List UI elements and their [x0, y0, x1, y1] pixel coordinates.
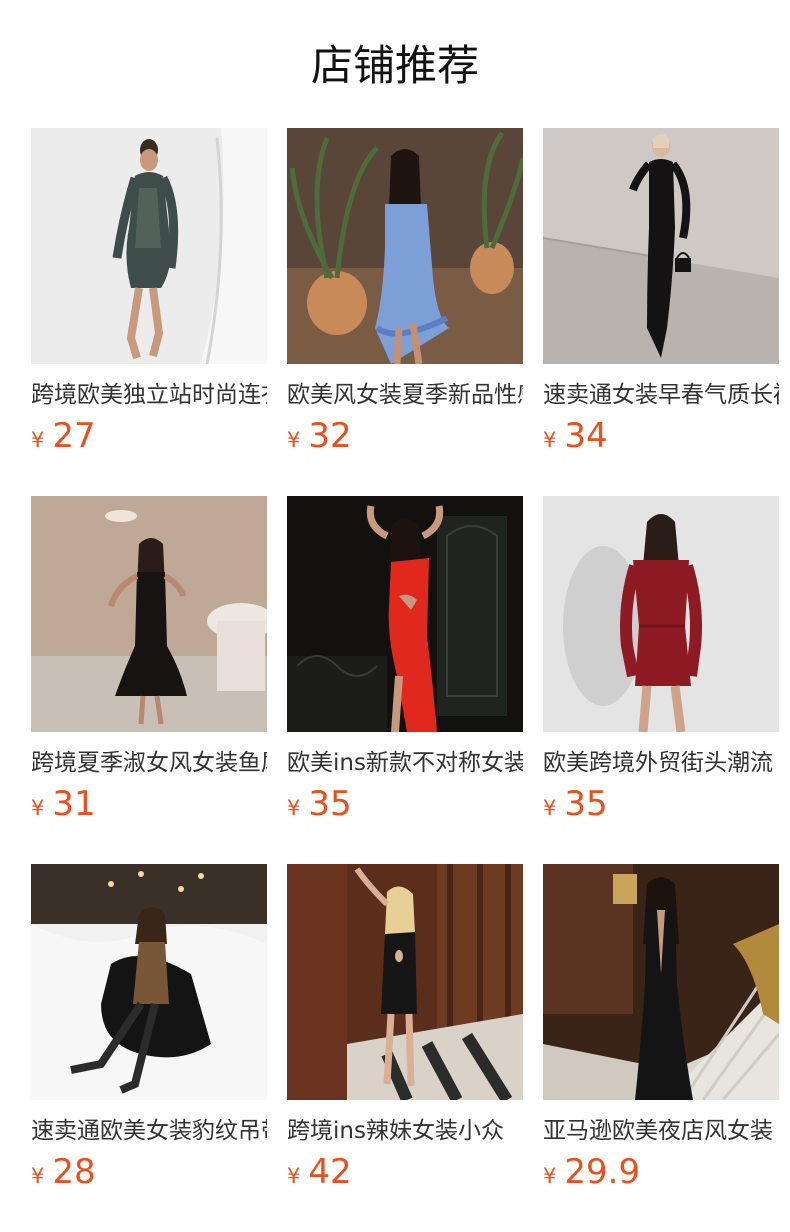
product-card[interactable]: 欧美ins新款不对称女装 ¥35	[287, 496, 523, 824]
product-image[interactable]	[31, 864, 267, 1100]
product-card[interactable]: 跨境ins辣妹女装小众 ¥42	[287, 864, 523, 1192]
currency-symbol: ¥	[31, 428, 45, 452]
price-value: 28	[52, 1152, 96, 1192]
product-price: ¥35	[543, 784, 779, 824]
product-image[interactable]	[31, 496, 267, 732]
product-name[interactable]: 欧美ins新款不对称女装	[287, 746, 523, 780]
product-grid: 跨境欧美独立站时尚连衣裙 ¥27	[31, 128, 779, 1192]
price-value: 27	[52, 416, 96, 456]
product-photo	[31, 864, 267, 1100]
section-title: 店铺推荐	[310, 41, 479, 90]
product-card[interactable]: 欧美风女装夏季新品性感抹胸 ¥32	[287, 128, 523, 456]
product-price: ¥35	[287, 784, 523, 824]
currency-symbol: ¥	[543, 1164, 557, 1188]
product-name[interactable]: 速卖通女装早春气质长裙	[543, 378, 779, 412]
product-name[interactable]: 欧美风女装夏季新品性感抹胸	[287, 378, 523, 412]
product-photo	[543, 864, 779, 1100]
product-price: ¥32	[287, 416, 523, 456]
product-card[interactable]: 速卖通欧美女装豹纹吊带 ¥28	[31, 864, 267, 1192]
product-name[interactable]: 跨境ins辣妹女装小众	[287, 1114, 523, 1148]
currency-symbol: ¥	[543, 428, 557, 452]
price-value: 29.9	[564, 1152, 641, 1192]
product-card[interactable]: 欧美跨境外贸街头潮流 ¥35	[543, 496, 779, 824]
product-name[interactable]: 亚马逊欧美夜店风女装	[543, 1114, 779, 1148]
product-image[interactable]	[543, 864, 779, 1100]
product-name[interactable]: 跨境夏季淑女风女装鱼尾裙	[31, 746, 267, 780]
product-image[interactable]	[543, 128, 779, 364]
product-card[interactable]: 跨境夏季淑女风女装鱼尾裙 ¥31	[31, 496, 267, 824]
product-price: ¥28	[31, 1152, 267, 1192]
product-image[interactable]	[31, 128, 267, 364]
product-name[interactable]: 欧美跨境外贸街头潮流	[543, 746, 779, 780]
product-photo	[31, 496, 267, 732]
product-card[interactable]: 跨境欧美独立站时尚连衣裙 ¥27	[31, 128, 267, 456]
product-price: ¥31	[31, 784, 267, 824]
price-value: 35	[308, 784, 352, 824]
product-card[interactable]: 亚马逊欧美夜店风女装 ¥29.9	[543, 864, 779, 1192]
price-value: 42	[308, 1152, 352, 1192]
product-image[interactable]	[287, 128, 523, 364]
product-name[interactable]: 跨境欧美独立站时尚连衣裙	[31, 378, 267, 412]
store-recommendations-page: 店铺推荐 跨境欧美独立站时尚连衣裙	[0, 0, 790, 1232]
price-value: 31	[52, 784, 96, 824]
product-price: ¥27	[31, 416, 267, 456]
product-price: ¥42	[287, 1152, 523, 1192]
product-image[interactable]	[287, 864, 523, 1100]
product-photo	[287, 496, 523, 732]
currency-symbol: ¥	[31, 1164, 45, 1188]
product-name[interactable]: 速卖通欧美女装豹纹吊带	[31, 1114, 267, 1148]
product-photo	[543, 496, 779, 732]
product-image[interactable]	[543, 496, 779, 732]
product-price: ¥29.9	[543, 1152, 779, 1192]
product-price: ¥34	[543, 416, 779, 456]
price-value: 32	[308, 416, 352, 456]
product-photo	[31, 128, 267, 364]
currency-symbol: ¥	[31, 796, 45, 820]
product-photo	[543, 128, 779, 364]
product-photo	[287, 864, 523, 1100]
currency-symbol: ¥	[543, 796, 557, 820]
currency-symbol: ¥	[287, 1164, 301, 1188]
product-card[interactable]: 速卖通女装早春气质长裙 ¥34	[543, 128, 779, 456]
currency-symbol: ¥	[287, 428, 301, 452]
price-value: 34	[564, 416, 608, 456]
currency-symbol: ¥	[287, 796, 301, 820]
price-value: 35	[564, 784, 608, 824]
product-image[interactable]	[287, 496, 523, 732]
product-photo	[287, 128, 523, 364]
